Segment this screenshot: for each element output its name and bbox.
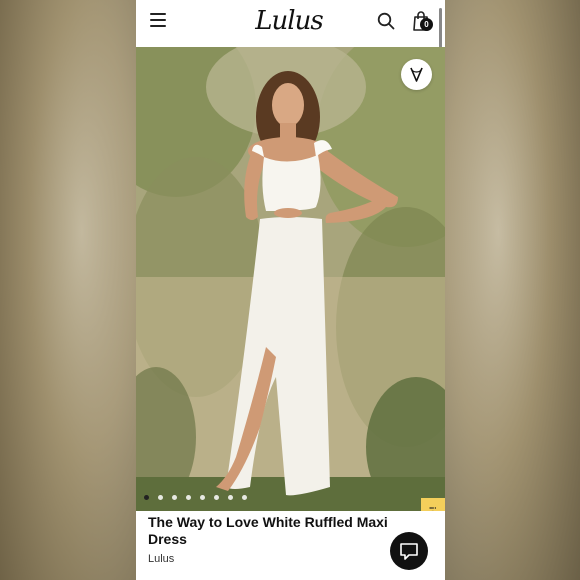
promo-label: GET $20! xyxy=(426,498,440,512)
carousel-dot[interactable] xyxy=(158,495,163,500)
heart-v-icon xyxy=(410,67,423,82)
carousel-dots xyxy=(144,495,247,501)
lulus-logo[interactable]: Lulus xyxy=(254,6,324,36)
top-navigation-bar: Lulus 0 xyxy=(136,0,445,48)
product-brand[interactable]: Lulus xyxy=(148,553,174,565)
get-20-promo-tab[interactable]: GET $20! xyxy=(421,498,445,511)
favorite-button[interactable] xyxy=(401,59,432,90)
scrollbar[interactable] xyxy=(439,8,442,48)
carousel-dot[interactable] xyxy=(228,495,233,500)
background-blur-left xyxy=(0,0,136,580)
carousel-dot[interactable] xyxy=(172,495,177,500)
background-blur-right xyxy=(444,0,580,580)
product-title: The Way to Love White Ruffled Maxi Dress xyxy=(148,514,388,547)
search-icon[interactable] xyxy=(377,12,395,30)
product-photo-illustration xyxy=(136,47,445,511)
carousel-dot[interactable] xyxy=(200,495,205,500)
carousel-dot[interactable] xyxy=(214,495,219,500)
carousel-dot[interactable] xyxy=(242,495,247,500)
product-hero-image[interactable]: GET $20! xyxy=(136,47,445,511)
hamburger-menu-icon[interactable] xyxy=(150,13,168,29)
phone-screen: Lulus 0 The Way to Love White Ruffled Ma… xyxy=(136,0,445,580)
chat-button[interactable] xyxy=(390,532,428,570)
cart-count-badge: 0 xyxy=(420,18,433,31)
carousel-dot[interactable] xyxy=(186,495,191,500)
chat-bubble-icon xyxy=(400,543,418,560)
carousel-dot[interactable] xyxy=(144,495,149,500)
